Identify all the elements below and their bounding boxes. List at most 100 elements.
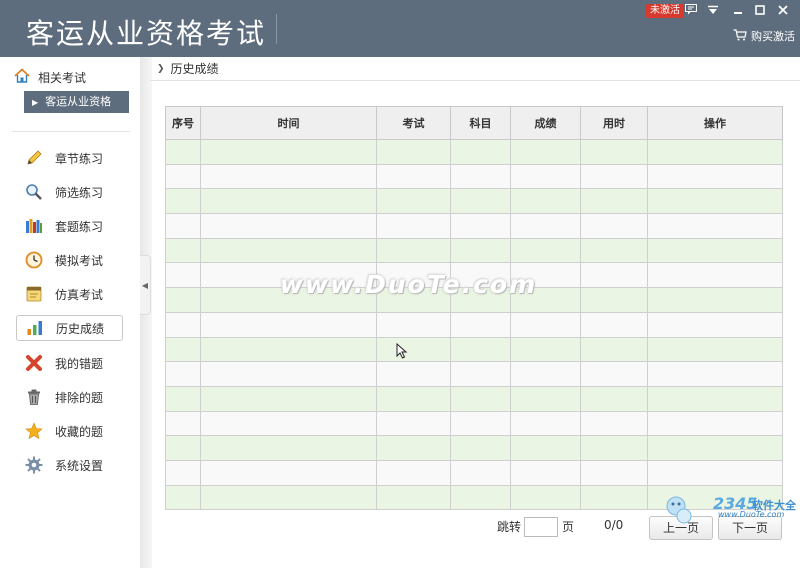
table-row[interactable] — [165, 237, 783, 264]
table-cell — [165, 287, 201, 313]
table-cell — [510, 484, 581, 511]
menu-dropdown-icon[interactable] — [704, 2, 722, 20]
cart-icon — [733, 28, 747, 44]
table-cell — [450, 361, 511, 387]
watermark-text: www.DuoTe.com — [280, 270, 538, 299]
sidebar-item-excluded-questions[interactable]: 排除的题 — [16, 384, 123, 410]
sidebar-item-passenger-qualification[interactable]: ▶ 客运从业资格 — [24, 91, 129, 113]
sidebar-item-mock-exam[interactable]: 模拟考试 — [16, 247, 123, 273]
sidebar-item-chapter-practice[interactable]: 章节练习 — [16, 145, 123, 171]
column-header-subject[interactable]: 科目 — [450, 106, 511, 140]
table-row[interactable] — [165, 213, 783, 239]
table-cell — [510, 459, 581, 486]
table-cell — [165, 459, 201, 486]
collapse-sidebar-button[interactable]: ◀ — [140, 255, 151, 315]
column-header-time[interactable]: 时间 — [200, 106, 377, 140]
table-cell — [376, 459, 451, 486]
table-cell — [647, 311, 783, 338]
table-cell — [376, 163, 451, 190]
table-row[interactable] — [165, 385, 783, 412]
table-row[interactable] — [165, 459, 783, 486]
table-cell — [376, 410, 451, 437]
table-cell — [647, 435, 783, 461]
table-cell — [450, 336, 511, 363]
activation-badge[interactable]: 未激活 — [646, 4, 684, 18]
mouse-cursor-icon — [396, 343, 408, 359]
table-cell — [165, 262, 201, 289]
table-cell — [647, 410, 783, 437]
column-header-score[interactable]: 成绩 — [510, 106, 581, 140]
column-header-duration[interactable]: 用时 — [580, 106, 648, 140]
table-cell — [165, 139, 201, 165]
sidebar-item-filter-practice[interactable]: 筛选练习 — [16, 179, 123, 205]
sidebar-item-my-mistakes[interactable]: 我的错题 — [16, 350, 123, 376]
table-row[interactable] — [165, 188, 783, 215]
related-exams-link[interactable]: 相关考试 — [14, 68, 86, 86]
table-cell — [647, 163, 783, 190]
menu-label: 套题练习 — [55, 219, 104, 234]
table-cell — [200, 163, 377, 190]
menu-label: 章节练习 — [55, 151, 104, 166]
sidebar-item-favorites[interactable]: 收藏的题 — [16, 418, 123, 444]
table-row[interactable] — [165, 336, 783, 363]
title-divider — [276, 14, 277, 44]
table-cell — [200, 435, 377, 461]
minimize-icon[interactable] — [729, 2, 747, 20]
table-cell — [510, 237, 581, 264]
table-cell — [580, 385, 648, 412]
table-cell — [647, 262, 783, 289]
sidebar-item-simulation-exam[interactable]: 仿真考试 — [16, 281, 123, 307]
table-cell — [450, 459, 511, 486]
menu-label: 收藏的题 — [55, 424, 104, 439]
star-icon — [25, 422, 43, 440]
table-cell — [200, 237, 377, 264]
table-cell — [450, 484, 511, 511]
breadcrumb-label: 历史成绩 — [170, 62, 219, 76]
table-cell — [510, 163, 581, 190]
table-row[interactable] — [165, 163, 783, 190]
table-row[interactable] — [165, 139, 783, 165]
column-header-action[interactable]: 操作 — [647, 106, 783, 140]
table-cell — [450, 139, 511, 165]
table-row[interactable] — [165, 361, 783, 387]
table-cell — [510, 361, 581, 387]
table-cell — [647, 139, 783, 165]
cross-icon — [25, 354, 43, 372]
sidebar-item-set-practice[interactable]: 套题练习 — [16, 213, 123, 239]
table-cell — [200, 213, 377, 239]
table-cell — [200, 385, 377, 412]
table-cell — [200, 311, 377, 338]
table-row[interactable] — [165, 435, 783, 461]
page-jump-input[interactable] — [524, 517, 558, 537]
table-cell — [450, 410, 511, 437]
gear-icon — [25, 456, 43, 474]
table-cell — [580, 163, 648, 190]
notepad-icon — [25, 285, 43, 303]
logo-url: www.DuoTe.com — [718, 510, 785, 519]
table-row[interactable] — [165, 311, 783, 338]
table-cell — [580, 237, 648, 264]
sidebar-item-settings[interactable]: 系统设置 — [16, 452, 123, 478]
bar-chart-icon — [26, 319, 44, 337]
table-row[interactable] — [165, 410, 783, 437]
close-icon[interactable] — [774, 2, 792, 20]
table-cell — [165, 188, 201, 215]
table-cell — [647, 459, 783, 486]
table-cell — [580, 287, 648, 313]
table-cell — [450, 213, 511, 239]
column-header-index[interactable]: 序号 — [165, 106, 201, 140]
table-cell — [580, 262, 648, 289]
sidebar-divider — [12, 131, 130, 132]
page-count: 0/0 — [604, 518, 624, 532]
chevron-right-icon: ▶ — [32, 98, 39, 107]
table-cell — [200, 139, 377, 165]
table-cell — [450, 188, 511, 215]
maximize-icon[interactable] — [751, 2, 769, 20]
column-header-exam[interactable]: 考试 — [376, 106, 451, 140]
buy-activation-button[interactable]: 购买激活 — [733, 28, 795, 44]
table-cell — [647, 188, 783, 215]
feedback-icon[interactable] — [682, 2, 700, 20]
table-cell — [580, 361, 648, 387]
table-cell — [647, 361, 783, 387]
sidebar-item-score-history[interactable]: 历史成绩 — [16, 315, 123, 341]
